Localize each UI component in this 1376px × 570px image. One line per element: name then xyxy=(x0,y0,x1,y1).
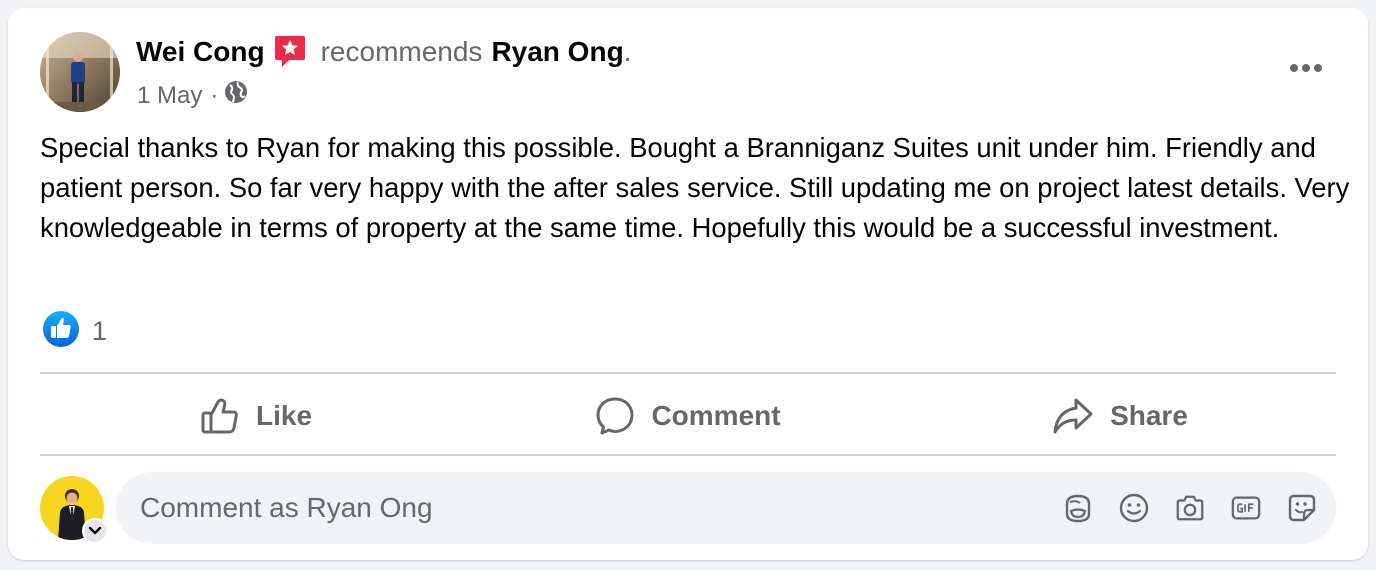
share-arrow-icon xyxy=(1053,398,1093,434)
comment-tools xyxy=(1062,472,1318,544)
comment-composer xyxy=(40,472,1336,544)
thumbs-up-icon xyxy=(201,398,238,434)
comment-label: Comment xyxy=(651,400,781,431)
reaction-count: 1 xyxy=(92,316,108,346)
header-period: . xyxy=(623,36,632,67)
globe-icon xyxy=(224,80,248,111)
like-reaction-icon xyxy=(42,310,80,353)
meta-separator: · xyxy=(210,81,219,109)
author-avatar[interactable] xyxy=(40,32,120,112)
current-user-avatar[interactable] xyxy=(40,476,108,544)
like-label: Like xyxy=(255,400,313,431)
gif-icon[interactable] xyxy=(1230,492,1262,524)
sticker-icon[interactable] xyxy=(1286,492,1318,524)
comment-input-container xyxy=(116,472,1336,544)
divider-bottom xyxy=(40,454,1336,456)
recommends-text: recommends xyxy=(320,36,483,67)
like-button[interactable]: Like xyxy=(40,380,472,452)
more-options-button[interactable] xyxy=(1284,56,1328,80)
reactions-summary[interactable]: 1 xyxy=(42,310,107,353)
camera-icon[interactable] xyxy=(1174,492,1206,524)
comment-button[interactable]: Comment xyxy=(472,380,904,452)
recommended-page-name[interactable]: Ryan Ong xyxy=(491,36,623,68)
post-meta: 1 May · xyxy=(137,80,248,111)
comment-input[interactable] xyxy=(140,472,1020,544)
post-date[interactable]: 1 May xyxy=(137,82,202,110)
more-dots-icon xyxy=(1290,64,1322,72)
comment-bubble-icon xyxy=(596,397,634,435)
action-bar: Like Comment Share xyxy=(40,380,1336,452)
share-button[interactable]: Share xyxy=(904,380,1336,452)
post-card: Wei Cong recommends Ryan Ong . 1 May · S… xyxy=(8,8,1368,560)
divider-top xyxy=(40,372,1336,374)
recommendation-star-badge-icon xyxy=(273,34,307,70)
post-header: Wei Cong recommends Ryan Ong . xyxy=(136,34,631,70)
author-name[interactable]: Wei Cong xyxy=(136,36,265,68)
post-body: Special thanks to Ryan for making this p… xyxy=(40,132,1350,243)
emoji-icon[interactable] xyxy=(1118,492,1150,524)
avatar-sticker-icon[interactable] xyxy=(1062,492,1094,524)
profile-switch-chevron-icon[interactable] xyxy=(82,518,108,544)
share-label: Share xyxy=(1110,400,1188,431)
